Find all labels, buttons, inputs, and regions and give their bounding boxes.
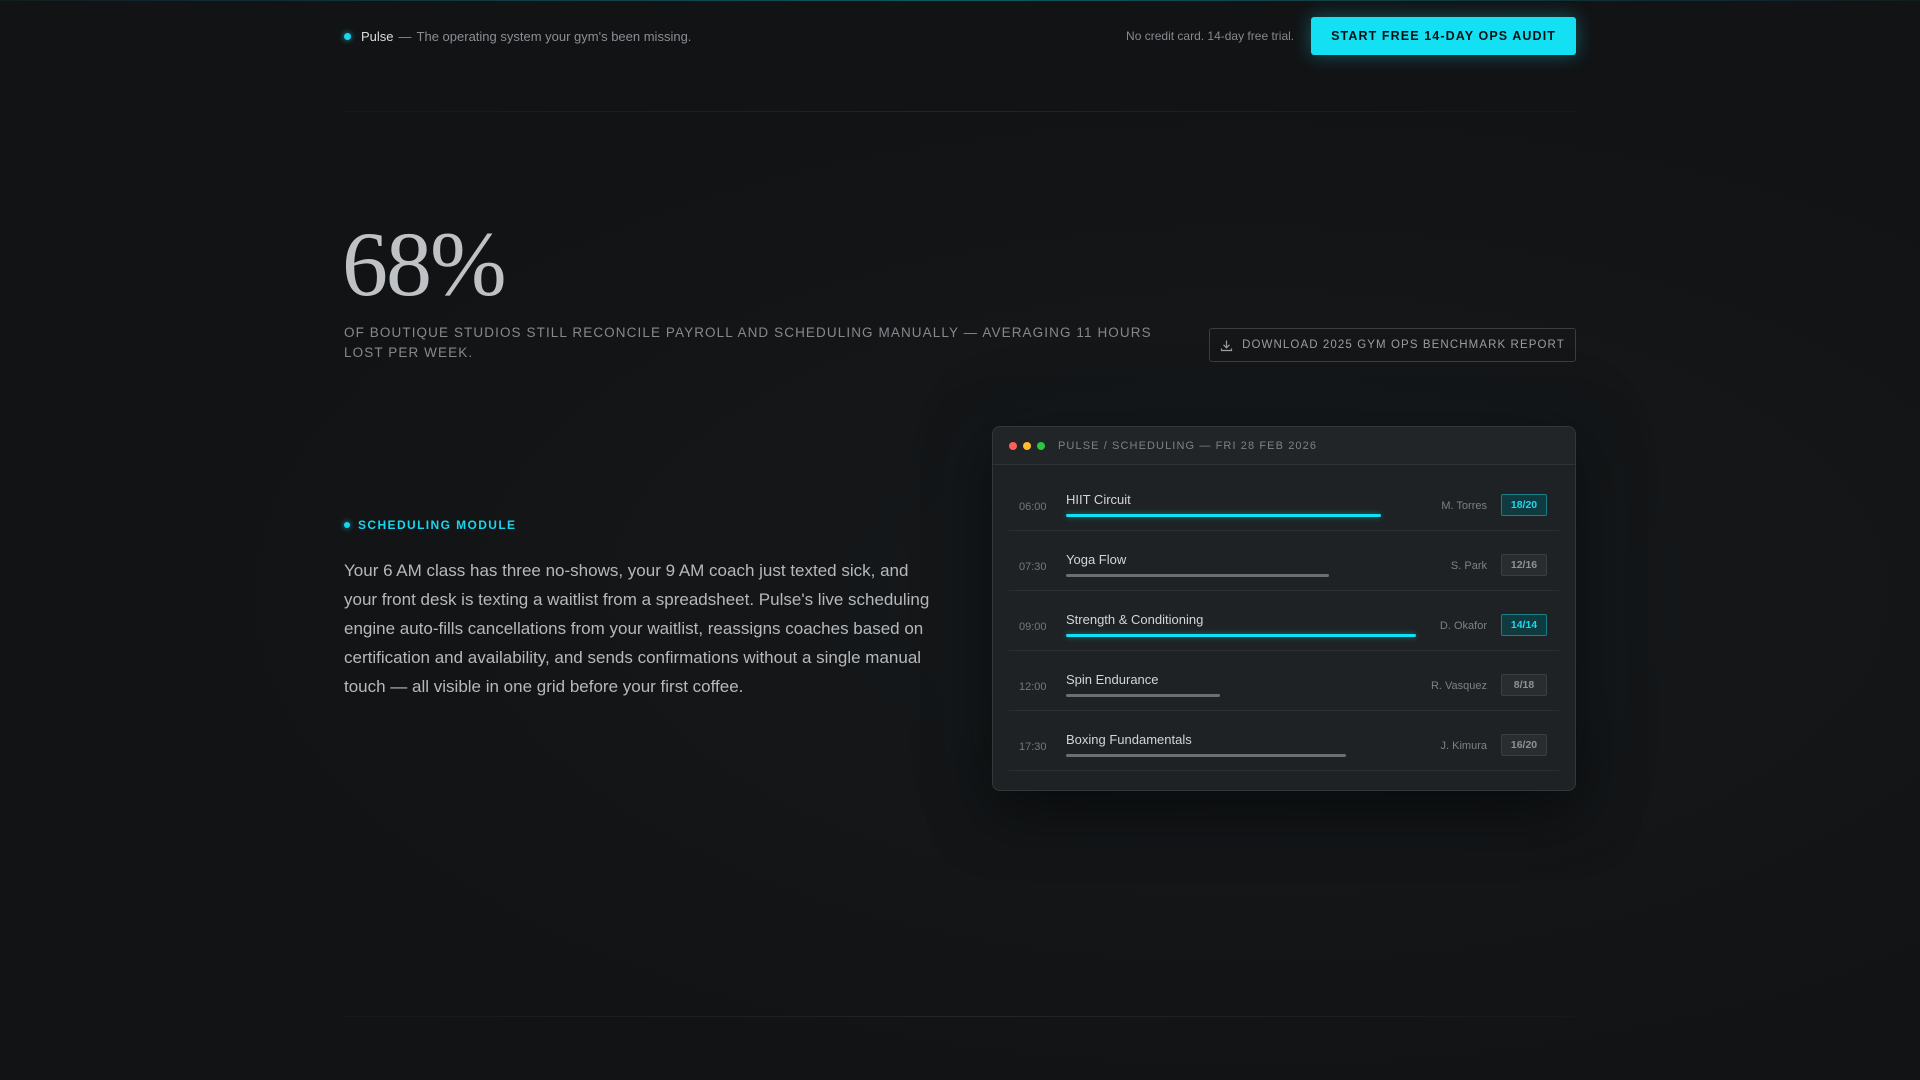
capacity-bar: [1066, 754, 1416, 757]
brand-dot-icon: [344, 32, 351, 40]
landing-page: Pulse — The operating system your gym's …: [0, 0, 1920, 1080]
brand[interactable]: Pulse — The operating system your gym's …: [344, 29, 691, 44]
class-time: 12:00: [1019, 681, 1047, 693]
capacity-bar: [1066, 574, 1416, 577]
class-name: Strength & Conditioning: [1066, 612, 1204, 627]
module-label: SCHEDULING MODULE: [344, 518, 516, 532]
maximize-dot-icon[interactable]: [1037, 441, 1045, 450]
top-accent-line: [0, 0, 1920, 1]
trial-note: No credit card. 14-day free trial.: [1126, 29, 1295, 43]
class-time: 17:30: [1019, 741, 1047, 753]
minimize-dot-icon[interactable]: [1023, 441, 1031, 450]
capacity-badge: 14/14: [1501, 614, 1547, 636]
brand-name: Pulse: [361, 28, 394, 44]
top-nav: Pulse — The operating system your gym's …: [344, 17, 1576, 55]
capacity-bar-fill: [1066, 754, 1346, 757]
download-report-label: DOWNLOAD 2025 GYM OPS BENCHMARK REPORT: [1242, 339, 1565, 351]
class-time: 06:00: [1019, 501, 1047, 513]
capacity-bar: [1066, 694, 1416, 697]
schedule-row[interactable]: 07:30 Yoga Flow S. Park 12/16: [1009, 541, 1559, 591]
coach-name: M. Torres: [1441, 500, 1487, 512]
coach-name: D. Okafor: [1439, 620, 1487, 632]
download-icon: [1221, 340, 1233, 351]
brand-tagline: The operating system your gym's been mis…: [416, 28, 692, 44]
coach-name: R. Vasquez: [1430, 680, 1487, 692]
schedule-row[interactable]: 17:30 Boxing Fundamentals J. Kimura 16/2…: [1009, 721, 1559, 771]
capacity-bar-fill: [1066, 514, 1381, 517]
class-time: 07:30: [1019, 561, 1047, 573]
module-label-text: SCHEDULING MODULE: [358, 518, 517, 532]
brand-separator: —: [398, 28, 412, 44]
capacity-bar-fill: [1066, 634, 1416, 637]
module-description: Your 6 AM class has three no-shows, your…: [344, 561, 930, 696]
schedule-list: 06:00 HIIT Circuit M. Torres 18/20 07:30…: [993, 465, 1575, 771]
schedule-row[interactable]: 12:00 Spin Endurance R. Vasquez 8/18: [1009, 661, 1559, 711]
capacity-bar-fill: [1066, 574, 1329, 577]
download-report-button[interactable]: DOWNLOAD 2025 GYM OPS BENCHMARK REPORT: [1209, 328, 1576, 362]
capacity-badge: 18/20: [1501, 494, 1547, 516]
nav-actions: No credit card. 14-day free trial. START…: [1126, 17, 1576, 55]
class-name: Boxing Fundamentals: [1066, 732, 1192, 747]
capacity-badge: 16/20: [1501, 734, 1547, 756]
header-divider: [344, 111, 1576, 112]
class-name: Spin Endurance: [1066, 672, 1159, 687]
footer-divider: [344, 1016, 1576, 1017]
module-dot-icon: [344, 522, 350, 528]
capacity-bar: [1066, 514, 1416, 517]
class-name: HIIT Circuit: [1066, 492, 1131, 507]
capacity-badge: 8/18: [1501, 674, 1547, 696]
class-time: 09:00: [1019, 621, 1047, 633]
close-dot-icon[interactable]: [1009, 441, 1017, 450]
window-title: PULSE / SCHEDULING — FRI 28 FEB 2026: [1058, 439, 1318, 452]
capacity-badge: 12/16: [1501, 554, 1547, 576]
stat-caption: OF BOUTIQUE STUDIOS STILL RECONCILE PAYR…: [344, 325, 1152, 360]
schedule-row[interactable]: 09:00 Strength & Conditioning D. Okafor …: [1009, 601, 1559, 651]
coach-name: S. Park: [1450, 560, 1487, 572]
capacity-bar-fill: [1066, 694, 1220, 697]
capacity-bar: [1066, 634, 1416, 637]
start-audit-button[interactable]: START FREE 14-DAY OPS AUDIT: [1311, 17, 1576, 55]
stat-number: 68%: [342, 213, 507, 315]
window-titlebar: PULSE / SCHEDULING — FRI 28 FEB 2026: [993, 427, 1575, 465]
coach-name: J. Kimura: [1440, 740, 1487, 752]
scheduling-app-window: PULSE / SCHEDULING — FRI 28 FEB 2026 06:…: [992, 426, 1576, 791]
class-name: Yoga Flow: [1066, 552, 1127, 567]
schedule-row[interactable]: 06:00 HIIT Circuit M. Torres 18/20: [1009, 481, 1559, 531]
